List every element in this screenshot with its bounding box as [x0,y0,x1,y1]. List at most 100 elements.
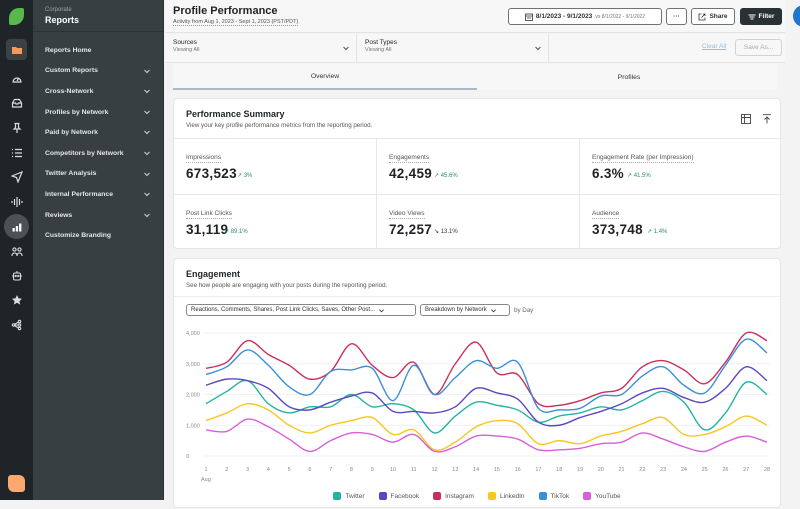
legend-swatch [583,492,592,500]
legend-swatch [378,492,387,500]
listening-icon[interactable] [6,191,27,212]
legend-swatch [538,492,547,500]
filter-button[interactable]: Filter [740,8,782,25]
chevron-down-icon [144,172,150,176]
legend-item-instagram[interactable]: Instagram [433,492,474,500]
legend-item-youtube[interactable]: YouTube [583,492,621,500]
delta-up: ↗ 41.5% [627,173,651,179]
reports-icon[interactable] [4,214,29,239]
filter-icon [748,14,756,19]
bot-icon[interactable] [6,265,27,286]
list-icon[interactable] [6,142,27,163]
dashboard-icon[interactable] [6,68,27,89]
chevron-down-icon [144,213,150,217]
summary-title: Performance Summary [186,109,285,119]
subnav-item-custom-reports[interactable]: Custom Reports [33,61,163,82]
more-options-button[interactable]: ··· [666,8,687,25]
x-tick-label: 10 [390,467,396,473]
legend-label: Facebook [390,492,420,500]
subnav-item-customize-branding[interactable]: Customize Branding [33,225,163,246]
star-review-icon[interactable] [6,289,27,310]
x-tick-label: 7 [329,467,332,473]
date-range-button[interactable]: 8/1/2023 - 9/1/2023 vs 8/1/2022 - 9/1/20… [508,8,662,25]
post-types-select[interactable]: Post Types Viewing All [357,34,549,63]
clear-all-link[interactable]: Clear All [702,43,726,50]
x-tick-label: 5 [288,467,291,473]
y-tick-label: 1,000 [186,423,200,429]
subnav-title: Reports [45,15,80,25]
x-tick-label: 11 [411,467,417,473]
legend-item-linkedin[interactable]: LinkedIn [487,492,525,500]
x-tick-label: 21 [618,467,624,473]
subnav-item-reviews[interactable]: Reviews [33,205,163,226]
x-tick-label: 4 [267,467,270,473]
metric-video-views: Video Views 72,257 ↘ 13.1% [377,194,580,249]
delta-down: ↘ 13.1% [434,229,458,235]
network-icon[interactable] [6,314,27,335]
app-launcher-icon[interactable] [8,475,25,492]
page-subtitle: Activity from Aug 1, 2023 - Sept 1, 2023… [173,19,299,26]
inbox-icon[interactable] [6,92,27,113]
save-as-button[interactable]: Save As... [735,39,782,56]
send-icon[interactable] [6,166,27,187]
x-tick-label: 27 [743,467,749,473]
performance-summary-card: Performance Summary View your key profil… [173,98,782,249]
series-line-facebook [205,366,768,427]
delta-up: ↗ 1.4% [647,229,668,235]
share-button[interactable]: Share [691,8,735,25]
y-tick-label: 4,000 [186,331,200,337]
export-icon[interactable] [762,114,772,124]
subnav-item-cross-network[interactable]: Cross-Network [33,81,163,102]
subnav-item-internal-performance[interactable]: Internal Performance [33,184,163,205]
summary-description: View your key profile performance metric… [186,122,373,129]
engagement-line-chart: 01,0002,0003,0004,0001 2 3 4 5 6 7 8 9 10 11 12 13 14… [186,331,770,483]
y-tick-label: 2,000 [186,393,200,399]
x-tick-label: 17 [535,467,541,473]
metric-engagement-rate: Engagement Rate (per Impression) 6.3% ↗ … [580,138,782,194]
x-tick-label: 14 [473,467,479,473]
folder-icon[interactable] [6,39,27,60]
compare-range: vs 8/1/2022 - 9/1/2022 [595,13,646,20]
x-tick-label: 6 [308,467,311,473]
legend-item-tiktok[interactable]: TikTok [538,492,569,500]
chevron-down-icon [144,151,150,156]
x-tick-label: 12 [431,467,437,473]
tab-overview[interactable]: Overview [173,64,477,90]
table-view-icon[interactable] [741,114,751,124]
tab-profiles[interactable]: Profiles [477,64,781,90]
legend-item-twitter[interactable]: Twitter [333,492,365,500]
subnav-item-twitter-analysis[interactable]: Twitter Analysis [33,164,163,185]
left-rail [0,0,33,500]
metric-impressions: Impressions 673,523 ↗ 3% [174,138,377,194]
logo-icon[interactable] [9,8,24,25]
chevron-down-icon [144,69,150,73]
metric-audience: Audience 373,748 ↗ 1.4% [580,194,782,249]
people-icon[interactable] [6,241,27,262]
sources-select[interactable]: Sources Viewing All [165,34,357,63]
subnav-item-paid-by-network[interactable]: Paid by Network [33,122,163,143]
metric-engagements: Engagements 42,459 ↗ 45.6% [377,138,580,194]
chevron-down-icon [144,192,150,197]
subnav-group: Corporate [45,7,72,13]
delta-up: ↗ 89.1% [224,229,248,235]
page-title: Profile Performance [173,5,278,17]
x-tick-label: 19 [577,467,583,473]
date-range: 8/1/2023 - 9/1/2023 [535,13,593,20]
legend-label: Instagram [445,492,474,500]
pin-icon[interactable] [6,117,27,138]
tab-bar: Overview Profiles [173,64,777,90]
x-tick-label: 3 [246,467,249,473]
x-tick-label: 25 [702,467,708,473]
legend-swatch [333,492,342,500]
chevron-down-icon [343,46,349,51]
subnav-item-competitors-by-network[interactable]: Competitors by Network [33,143,163,164]
x-month-label: Aug [201,477,211,483]
subnav-item-profiles-by-network[interactable]: Profiles by Network [33,102,163,123]
legend-item-facebook[interactable]: Facebook [378,492,420,500]
chart-legend: Twitter Facebook Instagram LinkedIn TikTok Yo… [174,492,780,500]
x-tick-label: 26 [722,467,728,473]
delta-up: ↗ 3% [237,173,253,179]
chevron-down-icon [144,89,150,94]
user-avatar[interactable] [793,5,800,27]
subnav-item-reports-home[interactable]: Reports Home [33,40,163,61]
